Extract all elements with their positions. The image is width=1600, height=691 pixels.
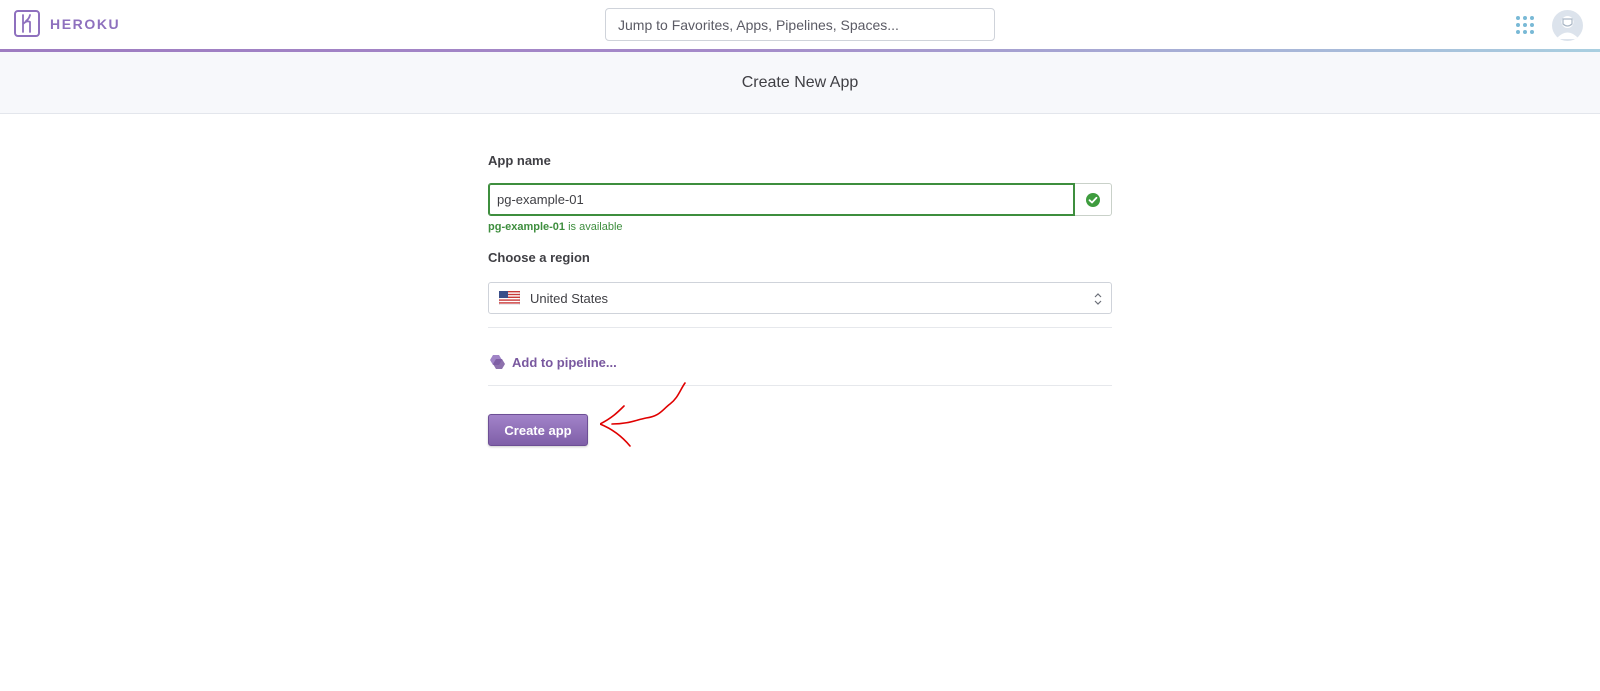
- brand-name: HEROKU: [50, 15, 121, 32]
- pipeline-icon: [490, 355, 505, 369]
- annotation-arrow: [600, 382, 686, 447]
- region-label: Choose a region: [488, 250, 590, 265]
- top-navbar: HEROKU: [0, 0, 1600, 49]
- availability-message: pg-example-01 is available: [488, 221, 623, 233]
- user-avatar-icon[interactable]: [1552, 10, 1583, 41]
- app-name-label: App name: [488, 153, 551, 168]
- add-to-pipeline-link[interactable]: Add to pipeline...: [488, 354, 617, 370]
- page-title: Create New App: [741, 73, 859, 91]
- heroku-logo[interactable]: HEROKU: [14, 10, 120, 37]
- region-value: United States: [530, 290, 609, 306]
- page-header: Create New App: [0, 52, 1600, 114]
- form-divider: [488, 385, 1112, 386]
- available-app-name: pg-example-01: [488, 221, 566, 233]
- form-divider: [488, 327, 1112, 328]
- create-app-button[interactable]: Create app: [488, 414, 588, 446]
- pipeline-link-label: Add to pipeline...: [512, 354, 617, 370]
- availability-suffix: is available: [565, 221, 623, 233]
- check-circle-icon: [1086, 192, 1100, 207]
- us-flag-icon: [499, 291, 520, 305]
- app-name-input-group: [488, 183, 1112, 216]
- availability-addon: [1075, 183, 1112, 216]
- grid-icon[interactable]: [1515, 15, 1535, 35]
- app-name-input[interactable]: [488, 183, 1075, 216]
- region-select[interactable]: United States: [488, 282, 1112, 314]
- search-input[interactable]: [605, 8, 995, 41]
- heroku-logo-icon: [14, 10, 40, 37]
- chevron-updown-icon: [1094, 293, 1102, 305]
